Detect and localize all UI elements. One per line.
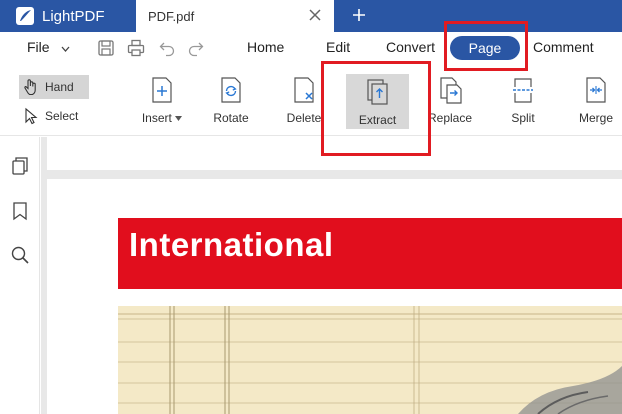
file-menu[interactable]: File — [27, 39, 50, 55]
delete-page-icon — [294, 77, 314, 103]
caret-down-icon[interactable] — [175, 116, 183, 122]
merge-label: Merge — [578, 111, 613, 125]
merge-page-icon — [586, 77, 606, 103]
extract-page-icon — [366, 79, 388, 105]
tab-label: PDF.pdf — [148, 8, 195, 24]
hand-mode-button[interactable]: Hand — [19, 75, 89, 99]
thumbnails-icon[interactable] — [10, 156, 30, 176]
new-tab-button[interactable] — [350, 5, 368, 25]
title-bar: LightPDF PDF.pdf — [0, 0, 622, 32]
insert-button[interactable]: Insert — [130, 76, 194, 132]
cursor-arrow-icon — [25, 107, 38, 125]
document-canvas[interactable]: International — [41, 137, 622, 414]
hand-icon — [24, 79, 36, 96]
menu-edit[interactable]: Edit — [326, 39, 350, 55]
extract-button[interactable]: Extract — [346, 74, 409, 129]
replace-label: Replace — [427, 111, 473, 125]
current-page: International — [47, 179, 622, 414]
chevron-down-icon[interactable] — [61, 46, 70, 52]
app-name: LightPDF — [42, 7, 105, 25]
hand-label: Hand — [45, 80, 74, 94]
print-icon[interactable] — [127, 39, 145, 57]
split-page-icon — [513, 78, 533, 103]
document-image — [118, 306, 622, 414]
document-banner: International — [118, 218, 622, 289]
page-toolbar: Hand Select Insert Rotate Delete Extract… — [0, 64, 622, 136]
split-label: Split — [511, 111, 535, 125]
select-label: Select — [45, 109, 79, 123]
split-button[interactable]: Split — [491, 76, 555, 132]
undo-icon[interactable] — [158, 39, 176, 57]
select-mode-button[interactable]: Select — [19, 104, 89, 128]
rotate-page-icon — [221, 77, 241, 103]
plus-icon — [353, 9, 365, 21]
close-tab-icon[interactable] — [308, 8, 322, 22]
replace-button[interactable]: Replace — [418, 76, 482, 132]
bookmark-icon[interactable] — [10, 201, 30, 221]
ledger-lines — [118, 306, 622, 414]
previous-page — [47, 137, 622, 170]
delete-label: Delete — [286, 111, 322, 125]
menu-convert[interactable]: Convert — [386, 39, 435, 55]
insert-page-icon — [152, 77, 172, 103]
extract-label: Extract — [358, 113, 397, 127]
replace-page-icon — [440, 77, 462, 104]
menu-comment[interactable]: Comment — [533, 39, 594, 55]
menu-page[interactable]: Page — [450, 36, 520, 60]
app-title: LightPDF — [16, 0, 105, 32]
rotate-label: Rotate — [213, 111, 249, 125]
left-sidebar — [0, 137, 40, 414]
menu-home[interactable]: Home — [247, 39, 284, 55]
rotate-button[interactable]: Rotate — [199, 76, 263, 132]
menu-bar: File Home Edit Convert Page Comment — [0, 32, 622, 64]
search-icon[interactable] — [10, 245, 30, 265]
lightpdf-logo-icon — [16, 7, 34, 25]
tab-pdf[interactable]: PDF.pdf — [136, 0, 334, 32]
delete-button[interactable]: Delete — [272, 76, 336, 132]
save-icon[interactable] — [97, 39, 115, 57]
redo-icon[interactable] — [187, 39, 205, 57]
insert-label: Insert — [141, 111, 172, 125]
banner-title: International — [129, 226, 334, 263]
merge-button[interactable]: Merge — [564, 76, 622, 132]
